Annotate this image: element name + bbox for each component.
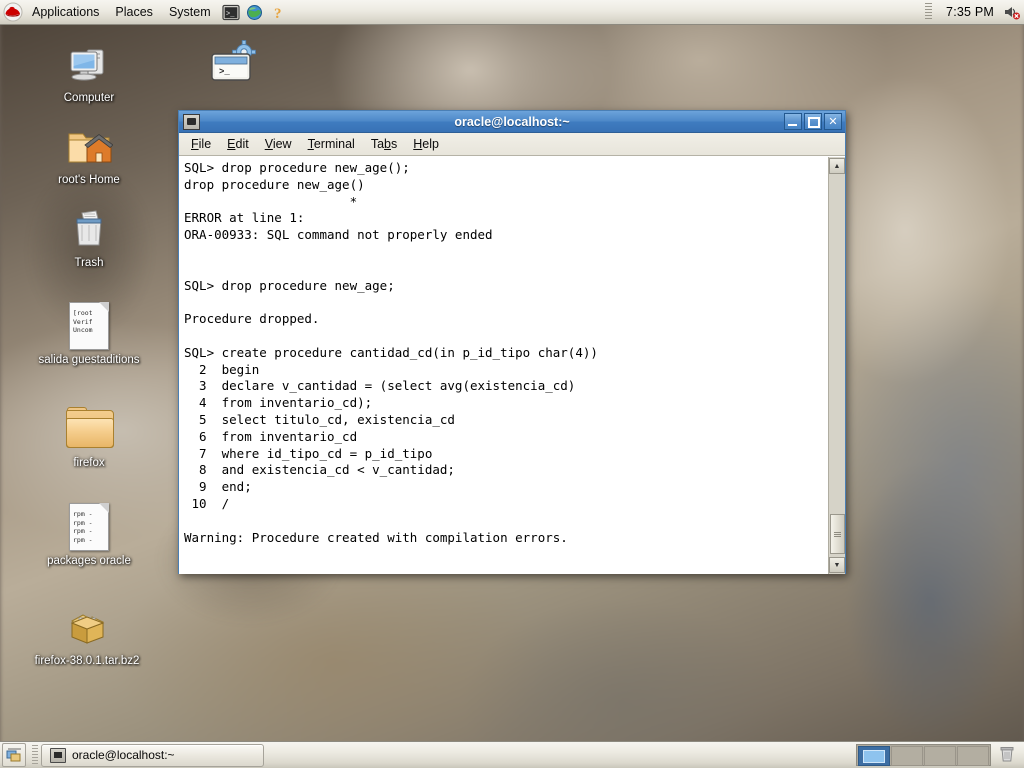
menu-places-label: Places xyxy=(115,5,153,19)
desktop-icon-trash-label: Trash xyxy=(74,257,104,269)
bottom-panel: oracle@localhost:~ xyxy=(0,741,1024,768)
trash-applet-icon[interactable] xyxy=(997,744,1019,766)
redhat-logo-icon[interactable] xyxy=(2,2,24,22)
maximize-button[interactable] xyxy=(804,113,822,130)
desktop-icon-firefox-folder[interactable]: firefox xyxy=(34,405,144,470)
desktop-icon-home[interactable]: root's Home xyxy=(34,122,144,187)
taskbar-button-label: oracle@localhost:~ xyxy=(72,748,175,762)
terminal-body: SQL> drop procedure new_age(); drop proc… xyxy=(179,156,845,574)
top-panel: Applications Places System >_ ? 7:35 PM xyxy=(0,0,1024,25)
terminal-settings-icon: >_ xyxy=(206,38,256,86)
bottom-panel-right-area xyxy=(856,744,1024,766)
text-file-icon: [root Verif Uncom xyxy=(65,302,113,350)
menu-help[interactable]: Help xyxy=(405,135,447,153)
desktop-icon-salida-guestaditions[interactable]: [root Verif Uncom salida guestaditions xyxy=(0,302,179,367)
menu-file[interactable]: File xyxy=(183,135,219,153)
menu-system[interactable]: System xyxy=(162,1,218,24)
top-panel-right-area: 7:35 PM xyxy=(925,0,1024,24)
desktop-icon-salida-guestaditions-label: salida guestaditions xyxy=(38,354,140,366)
archive-icon xyxy=(63,603,111,651)
menu-edit[interactable]: Edit xyxy=(219,135,257,153)
menu-places[interactable]: Places xyxy=(108,1,160,24)
show-desktop-button[interactable] xyxy=(2,743,26,767)
scroll-up-arrow-icon[interactable]: ▲ xyxy=(829,158,845,174)
help-launcher-icon[interactable]: ? xyxy=(268,2,290,22)
speaker-muted-icon[interactable] xyxy=(1001,2,1023,22)
terminal-icon xyxy=(183,113,200,130)
desktop-icon-computer[interactable]: Computer xyxy=(34,40,144,105)
terminal-window[interactable]: oracle@localhost:~ ✕ File Edit View Term… xyxy=(178,110,846,574)
window-menu-bar: File Edit View Terminal Tabs Help xyxy=(179,133,845,156)
workspace-switcher[interactable] xyxy=(856,744,991,766)
scrollbar-track[interactable] xyxy=(829,175,845,556)
menu-system-label: System xyxy=(168,5,211,19)
scroll-down-arrow-icon[interactable]: ▼ xyxy=(829,557,845,573)
close-button[interactable]: ✕ xyxy=(824,113,842,130)
panel-separator xyxy=(32,745,38,765)
menu-tabs[interactable]: Tabs xyxy=(363,135,405,153)
taskbar-button-terminal[interactable]: oracle@localhost:~ xyxy=(41,743,264,767)
menu-applications[interactable]: Applications xyxy=(25,1,106,24)
panel-drag-grip[interactable] xyxy=(925,3,933,21)
terminal-icon xyxy=(50,747,66,763)
desktop-icon-firefox-archive[interactable]: firefox-38.0.1.tar.bz2 xyxy=(0,603,177,668)
clock[interactable]: 7:35 PM xyxy=(940,5,1000,19)
desktop-icon-firefox-folder-label: firefox xyxy=(73,457,105,469)
scrollbar-thumb[interactable] xyxy=(830,514,845,554)
workspace-1[interactable] xyxy=(858,746,890,766)
desktop-icon-computer-label: Computer xyxy=(63,92,115,104)
menu-view[interactable]: View xyxy=(257,135,300,153)
terminal-launcher-icon[interactable]: >_ xyxy=(220,2,242,22)
desktop-icon-trash[interactable]: Trash xyxy=(34,205,144,270)
window-title: oracle@localhost:~ xyxy=(454,114,570,129)
svg-text:?: ? xyxy=(274,6,282,21)
trash-icon xyxy=(65,205,113,253)
window-title-bar[interactable]: oracle@localhost:~ ✕ xyxy=(179,111,845,133)
minimize-button[interactable] xyxy=(784,113,802,130)
desktop-icon-firefox-archive-label: firefox-38.0.1.tar.bz2 xyxy=(34,655,140,667)
menu-terminal[interactable]: Terminal xyxy=(300,135,363,153)
workspace-2[interactable] xyxy=(891,746,923,766)
svg-text:>_: >_ xyxy=(219,67,230,77)
workspace-3[interactable] xyxy=(924,746,956,766)
text-file-preview: rpm - rpm - rpm - rpm - xyxy=(73,510,93,544)
computer-icon xyxy=(65,40,113,88)
folder-icon xyxy=(65,405,114,453)
home-folder-icon xyxy=(65,122,114,170)
terminal-scrollbar[interactable]: ▲ ▼ xyxy=(828,157,845,574)
text-file-icon: rpm - rpm - rpm - rpm - xyxy=(65,503,113,551)
text-file-preview: [root Verif Uncom xyxy=(73,309,93,334)
desktop-icon-packages-oracle-label: packages oracle xyxy=(47,555,131,567)
desktop-icon-home-label: root's Home xyxy=(58,174,120,186)
menu-applications-label: Applications xyxy=(32,5,100,19)
window-controls: ✕ xyxy=(784,113,845,130)
svg-text:>_: >_ xyxy=(226,10,235,18)
desktop-icon-packages-oracle[interactable]: rpm - rpm - rpm - rpm - packages oracle xyxy=(0,503,179,568)
desktop-icon-terminal-shortcut[interactable]: >_ xyxy=(180,38,280,90)
terminal-output[interactable]: SQL> drop procedure new_age(); drop proc… xyxy=(179,157,828,574)
web-browser-launcher-icon[interactable] xyxy=(244,2,266,22)
workspace-4[interactable] xyxy=(957,746,989,766)
